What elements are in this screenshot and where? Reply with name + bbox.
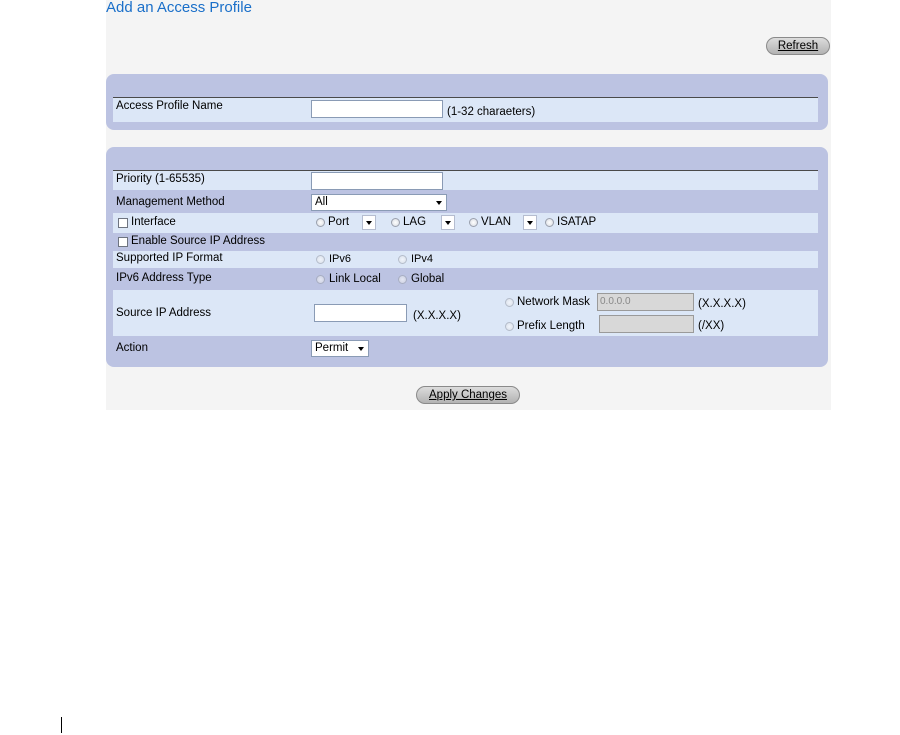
interface-row: Interface Port LAG VLAN ISATAP (113, 213, 818, 233)
chevron-down-icon (358, 347, 364, 351)
source-ip-label: Source IP Address (116, 307, 212, 319)
ipv6-label: IPv6 (329, 253, 352, 265)
action-row: Action Permit (113, 338, 818, 358)
source-ip-input[interactable] (314, 304, 407, 322)
isatap-label: ISATAP (557, 216, 597, 228)
port-radio[interactable] (316, 218, 325, 227)
ip-format-label: Supported IP Format (116, 252, 223, 264)
network-mask-hint: (X.X.X.X) (698, 298, 746, 310)
ipv4-radio[interactable] (398, 255, 407, 264)
management-method-label: Management Method (116, 196, 225, 208)
ipv6-radio[interactable] (316, 255, 325, 264)
source-ip-hint: (X.X.X.X) (413, 310, 461, 322)
lag-radio[interactable] (391, 218, 400, 227)
page-title: Add an Access Profile (106, 0, 252, 16)
vlan-radio[interactable] (469, 218, 478, 227)
profile-name-input[interactable] (311, 100, 443, 118)
vlan-label: VLAN (481, 216, 512, 228)
chevron-down-icon (366, 221, 372, 225)
profile-name-hint: (1-32 charaeters) (447, 106, 536, 118)
management-method-row: Management Method All (113, 192, 818, 212)
action-value: Permit (315, 342, 349, 354)
vlan-dropdown[interactable] (523, 215, 537, 230)
action-select[interactable]: Permit (311, 340, 369, 357)
priority-label: Priority (1-65535) (116, 173, 205, 185)
priority-row: Priority (1-65535) (113, 171, 818, 190)
prefix-length-radio[interactable] (505, 322, 514, 331)
action-label: Action (116, 342, 148, 354)
apply-changes-button[interactable]: Apply Changes (416, 386, 520, 404)
network-mask-input[interactable]: 0.0.0.0 (597, 293, 694, 311)
enable-source-ip-row: Enable Source IP Address (113, 234, 818, 250)
ipv6-address-type-label: IPv6 Address Type (116, 272, 212, 284)
isatap-radio[interactable] (545, 218, 554, 227)
chevron-down-icon (527, 221, 533, 225)
ip-format-row: Supported IP Format IPv6 IPv4 (113, 251, 818, 268)
enable-source-ip-checkbox[interactable] (118, 237, 128, 247)
management-method-value: All (315, 196, 328, 208)
interface-label: Interface (131, 216, 176, 228)
refresh-button[interactable]: Refresh (766, 37, 830, 55)
global-radio[interactable] (398, 275, 407, 284)
network-mask-radio[interactable] (505, 298, 514, 307)
profile-name-label: Access Profile Name (116, 100, 223, 112)
enable-source-ip-label: Enable Source IP Address (131, 235, 266, 247)
prefix-length-hint: (/XX) (698, 320, 725, 332)
prefix-length-input[interactable] (599, 315, 694, 333)
source-ip-row: Source IP Address (X.X.X.X) Network Mask… (113, 290, 818, 336)
management-method-select[interactable]: All (311, 194, 447, 211)
ipv6-address-type-row: IPv6 Address Type Link Local Global (113, 269, 818, 289)
prefix-length-label: Prefix Length (517, 320, 585, 332)
interface-checkbox[interactable] (118, 218, 128, 228)
priority-input[interactable] (311, 172, 443, 190)
profile-name-row: Access Profile Name (1-32 charaeters) (113, 98, 818, 122)
ipv4-label: IPv4 (411, 253, 434, 265)
network-mask-label: Network Mask (517, 296, 590, 308)
lag-label: LAG (403, 216, 427, 228)
lag-dropdown[interactable] (441, 215, 455, 230)
text-cursor (61, 717, 62, 733)
link-local-radio[interactable] (316, 275, 325, 284)
chevron-down-icon (436, 201, 442, 205)
port-label: Port (328, 216, 350, 228)
link-local-label: Link Local (329, 273, 381, 285)
port-dropdown[interactable] (362, 215, 376, 230)
chevron-down-icon (445, 221, 451, 225)
global-label: Global (411, 273, 445, 285)
